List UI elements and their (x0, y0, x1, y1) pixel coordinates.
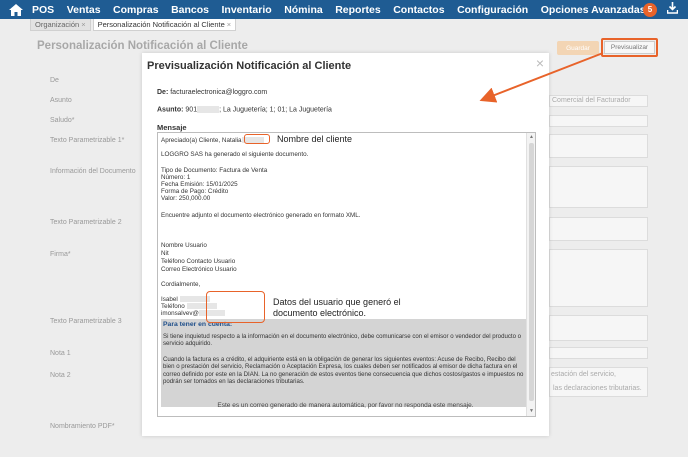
texto-2-field[interactable] (549, 217, 648, 241)
mensaje-label: Mensaje (157, 123, 187, 132)
client-name-highlight (244, 134, 270, 144)
nav-contactos[interactable]: Contactos (393, 4, 444, 16)
label-firma: Firma* (50, 251, 71, 258)
modal-de-value: facturaelectronica@loggro.com (170, 89, 268, 96)
scroll-up-arrow-icon[interactable]: ▲ (528, 134, 535, 141)
scroll-down-arrow-icon[interactable]: ▼ (528, 408, 535, 415)
page-title: Personalización Notificación al Cliente (37, 40, 248, 52)
msg-intro: LOGGRO SAS ha generado el siguiente docu… (161, 151, 309, 158)
nav-pos[interactable]: POS (32, 4, 54, 16)
msg-value: Valor: 250,000.00 (161, 195, 211, 202)
nav-nomina[interactable]: Nómina (284, 4, 323, 16)
msg-user-phone: Teléfono Contacto Usuario (161, 258, 236, 265)
msg-user-email: Correo Electrónico Usuario (161, 266, 237, 273)
modal-asunto-line: Asunto: 901; La Juguetería; 1; 01; La Ju… (157, 106, 332, 114)
label-asunto: Asunto (50, 97, 72, 104)
nota-1-field[interactable] (549, 347, 648, 359)
tab-bar: Organización × Personalización Notificaci… (30, 19, 238, 31)
msg-user-name: Nombre Usuario (161, 242, 207, 249)
label-info-documento: Información del Documento (50, 168, 136, 175)
nav-reportes[interactable]: Reportes (335, 4, 381, 16)
nav-configuracion[interactable]: Configuración (457, 4, 528, 16)
firma-field[interactable] (549, 249, 648, 307)
info-documento-field[interactable] (549, 166, 648, 208)
preview-modal: Previsualización Notificación al Cliente… (142, 53, 549, 436)
nav-compras[interactable]: Compras (113, 4, 159, 16)
msg-closing: Cordialmente, (161, 281, 201, 288)
label-texto-2: Texto Parametrizable 2 (50, 219, 122, 226)
label-nota-1: Nota 1 (50, 350, 71, 357)
top-navbar: POS Ventas Compras Bancos Inventario Nóm… (0, 0, 688, 19)
auto-email-note: Este es un correo generado de manera aut… (217, 402, 474, 409)
saludo-field[interactable] (549, 115, 648, 127)
msg-attach: Encuentre adjunto el documento electróni… (161, 212, 361, 219)
label-texto-3: Texto Parametrizable 3 (50, 318, 122, 325)
tab-personalizacion[interactable]: Personalización Notificación al Cliente × (92, 19, 237, 31)
redacted-block (197, 106, 220, 113)
label-texto-1: Texto Parametrizable 1* (50, 137, 125, 144)
label-nombramiento-pdf: Nombramiento PDF* (50, 423, 115, 430)
label-saludo: Saludo* (50, 117, 75, 124)
preview-button-highlight: Previsualizar (601, 38, 658, 57)
tab-close-icon[interactable]: × (227, 20, 231, 29)
scrollbar[interactable]: ▲ ▼ (526, 133, 535, 416)
save-button[interactable]: Guardar (557, 41, 599, 55)
home-icon[interactable] (8, 3, 24, 17)
label-nota-2: Nota 2 (50, 372, 71, 379)
download-icon[interactable] (666, 2, 679, 17)
tab-organizacion[interactable]: Organización × (30, 19, 91, 31)
notification-badge[interactable]: 5 (643, 2, 657, 17)
modal-title: Previsualización Notificación al Cliente (147, 60, 352, 72)
client-name: Natalia (221, 137, 242, 144)
preview-button[interactable]: Previsualizar (604, 41, 655, 54)
modal-asunto-prefix: 901 (185, 106, 198, 114)
annotation-user-data: Datos del usuario que generó el document… (273, 297, 401, 318)
annotation-client-name: Nombre del cliente (277, 134, 353, 144)
message-preview-box[interactable]: Apreciado(a) Cliente, Natalia LOGGRO SAS… (157, 132, 536, 417)
user-data-highlight (206, 291, 265, 323)
info-block: Para tener en cuenta: Si tiene inquietud… (161, 319, 527, 407)
tab-close-icon[interactable]: × (81, 20, 85, 29)
nav-ventas[interactable]: Ventas (67, 4, 101, 16)
modal-asunto-rest: ; La Juguetería; 1; 01; La Juguetería (219, 106, 332, 114)
nav-opciones-avanzadas[interactable]: Opciones Avanzadas (541, 4, 646, 16)
info-paragraph-1: Si tiene inquietud respecto a la informa… (163, 333, 522, 348)
close-icon[interactable]: × (536, 55, 544, 71)
asunto-field-text: Comercial del Facturador (552, 97, 631, 104)
nav-bancos[interactable]: Bancos (171, 4, 209, 16)
nota-2-text-line1: estación del servicio, (551, 371, 616, 378)
nav-inventario[interactable]: Inventario (222, 4, 272, 16)
msg-user-nit: Nit (161, 250, 169, 257)
texto-3-field[interactable] (549, 315, 648, 341)
modal-de-line: De: facturaelectronica@loggro.com (157, 89, 268, 96)
label-de: De (50, 77, 59, 84)
info-paragraph-2: Cuando la factura es a crédito, el adqui… (163, 356, 524, 386)
texto-1-field[interactable] (549, 134, 648, 158)
scroll-thumb[interactable] (529, 143, 534, 401)
nota-2-text-line2: las declaraciones tributarias. (553, 385, 642, 392)
